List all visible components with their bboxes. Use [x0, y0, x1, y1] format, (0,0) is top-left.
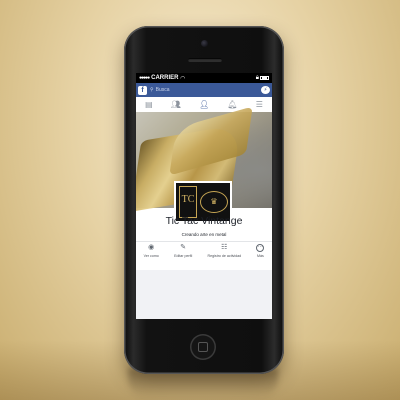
- search-icon: ⚲: [150, 87, 154, 93]
- activity-log-label: Registro de actividad: [207, 254, 242, 258]
- edit-profile-icon: ✎: [180, 244, 187, 251]
- profile-icon[interactable]: 👤︎: [199, 100, 209, 109]
- status-left: ●●●●● CARRIER ◠: [139, 75, 185, 82]
- edit-profile-label: Editar perfil: [174, 254, 193, 258]
- battery-icon: [260, 76, 269, 80]
- home-button[interactable]: [190, 334, 216, 360]
- more-button[interactable]: ··· Más: [256, 244, 265, 258]
- brand-logo-monogram: TC: [179, 186, 197, 218]
- activity-log-icon: ☷: [221, 244, 228, 251]
- search-placeholder: Busca: [155, 87, 170, 93]
- search-input[interactable]: ⚲ Busca: [150, 85, 258, 95]
- news-feed-icon[interactable]: ▤: [145, 100, 153, 109]
- messenger-icon[interactable]: ⚡︎: [261, 86, 270, 94]
- earpiece-speaker: [188, 58, 222, 62]
- phone-device: ●●●●● CARRIER ◠ 🔒︎ f ⚲ Busca ⚡︎ ▤ 👥︎ 👤︎ …: [124, 26, 284, 374]
- search-bar: f ⚲ Busca ⚡︎: [136, 83, 272, 97]
- eye-icon: ◉: [148, 244, 155, 251]
- more-icon: ···: [256, 244, 265, 252]
- page-tagline: Creando arte en metal: [181, 232, 227, 237]
- status-right: 🔒︎: [256, 75, 269, 82]
- carriage-emblem-icon: ♛: [200, 191, 228, 213]
- wifi-icon: ◠: [180, 75, 186, 82]
- profile-actions: ◉ Ver como ✎ Editar perfil ☷ Registro de…: [136, 244, 272, 270]
- view-as-label: Ver como: [143, 254, 159, 258]
- feed-area: [136, 270, 272, 319]
- divider: [136, 241, 272, 242]
- signal-icon: ●●●●●: [139, 75, 150, 81]
- phone-screen: ●●●●● CARRIER ◠ 🔒︎ f ⚲ Busca ⚡︎ ▤ 👥︎ 👤︎ …: [136, 73, 272, 319]
- page-title: Tic Tac Vintange: [165, 215, 243, 227]
- notifications-icon[interactable]: 🔔︎: [227, 100, 237, 109]
- menu-icon[interactable]: ☰: [256, 100, 263, 109]
- status-bar: ●●●●● CARRIER ◠ 🔒︎: [136, 73, 272, 83]
- friends-icon[interactable]: 👥︎: [171, 100, 181, 109]
- view-as-button[interactable]: ◉ Ver como: [144, 244, 159, 258]
- home-square-icon: [198, 342, 208, 352]
- facebook-logo-icon[interactable]: f: [138, 85, 147, 95]
- carrier-label: CARRIER: [151, 75, 179, 81]
- more-label: Más: [256, 254, 264, 258]
- activity-log-button[interactable]: ☷ Registro de actividad: [208, 244, 242, 258]
- edit-profile-button[interactable]: ✎ Editar perfil: [174, 244, 192, 258]
- lock-icon: 🔒︎: [255, 74, 259, 81]
- front-camera: [201, 40, 208, 47]
